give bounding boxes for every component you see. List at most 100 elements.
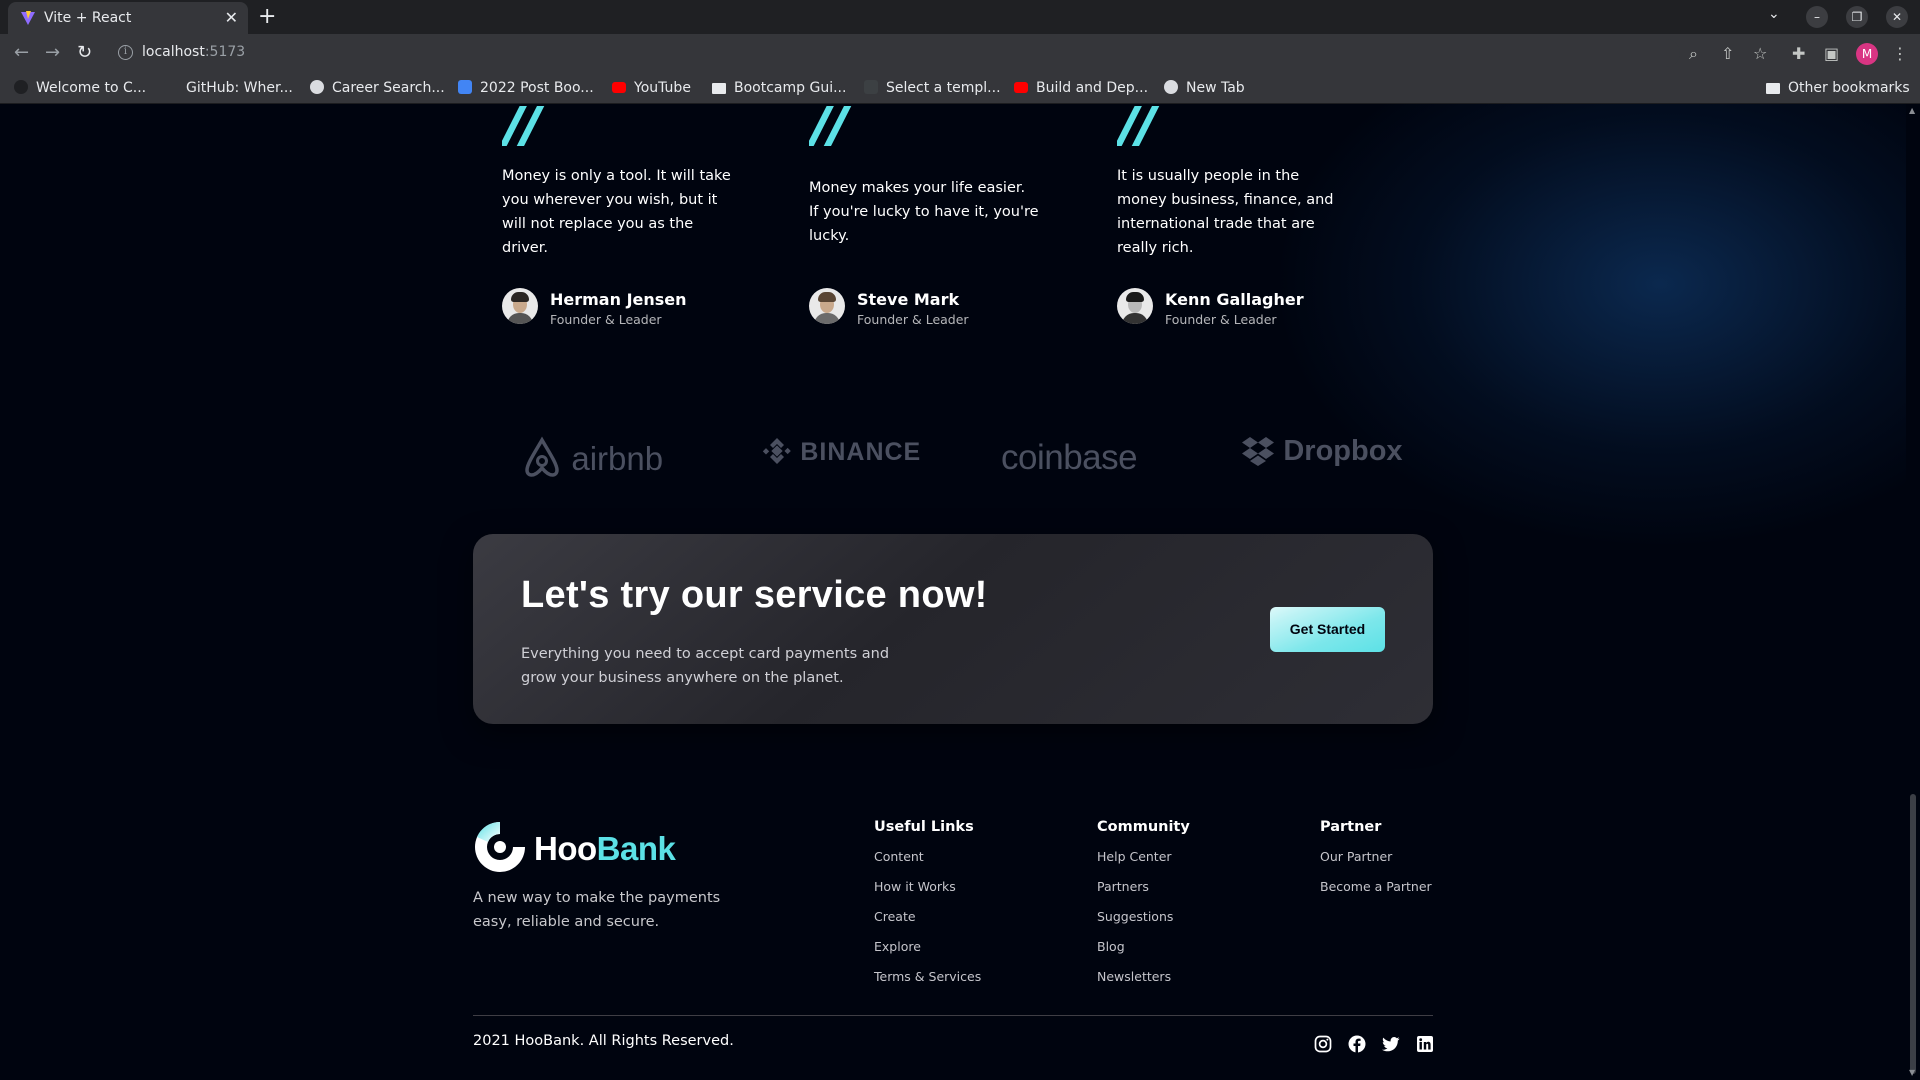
- zoom-icon[interactable]: ⌕: [1689, 44, 1698, 64]
- globe-icon: [1164, 80, 1178, 94]
- quote-icon: //: [502, 106, 543, 146]
- footer-link[interactable]: Blog: [1097, 939, 1317, 969]
- get-started-button[interactable]: Get Started: [1270, 607, 1385, 652]
- folder-icon: [1766, 83, 1780, 94]
- other-bookmarks[interactable]: Other bookmarks: [1766, 80, 1910, 96]
- side-panel-icon[interactable]: ▣: [1824, 44, 1839, 63]
- reload-icon[interactable]: ↻: [77, 42, 92, 63]
- new-tab-icon[interactable]: +: [258, 4, 276, 29]
- bookmark-item[interactable]: 2022 Post Boo...: [458, 80, 594, 96]
- instagram-icon[interactable]: [1314, 1035, 1332, 1053]
- url-text: localhost:5173: [142, 44, 246, 60]
- testimonial-card: // Money is only a tool. It will take yo…: [502, 104, 732, 327]
- testimonial-author: Herman Jensen Founder & Leader: [502, 288, 742, 328]
- bookmarks-bar: Welcome to C... GitHub: Wher... Career S…: [0, 72, 1920, 104]
- scroll-thumb[interactable]: [1910, 794, 1916, 1074]
- tab-search-icon[interactable]: ⌄: [1768, 6, 1780, 22]
- footer-column-title: Community: [1097, 819, 1190, 835]
- back-icon[interactable]: ←: [14, 42, 29, 63]
- extensions-icon[interactable]: ✚: [1792, 44, 1805, 63]
- cta-title: Let's try our service now!: [521, 574, 988, 616]
- footer-link[interactable]: Create: [874, 909, 1094, 939]
- binance-icon: [762, 438, 791, 464]
- client-logo-coinbase: coinbase: [1001, 438, 1138, 477]
- vite-logo-icon: [21, 11, 35, 25]
- footer-link[interactable]: Our Partner: [1320, 849, 1540, 879]
- airbnb-icon: [525, 436, 559, 477]
- author-name: Herman Jensen: [550, 290, 687, 309]
- globe-icon: [14, 80, 28, 94]
- footer-column-useful-links: Useful Links Content How it Works Create…: [874, 819, 1094, 999]
- tab-title: Vite + React: [44, 10, 132, 26]
- testimonial-card: // Money makes your life easier. If you'…: [809, 104, 1039, 327]
- share-icon[interactable]: ⇧: [1721, 44, 1734, 63]
- browser-tab[interactable]: Vite + React ✕: [8, 2, 248, 34]
- minimize-icon[interactable]: –: [1806, 6, 1828, 28]
- bookmark-item[interactable]: Bootcamp Gui...: [712, 80, 846, 96]
- cta-text: Everything you need to accept card payme…: [521, 646, 890, 686]
- twitter-icon[interactable]: [1382, 1035, 1400, 1053]
- restore-icon[interactable]: ❐: [1846, 6, 1868, 28]
- testimonial-text: It is usually people in the money busine…: [1117, 168, 1334, 256]
- footer-link[interactable]: Explore: [874, 939, 1094, 969]
- facebook-icon[interactable]: [1348, 1035, 1366, 1053]
- bookmark-item[interactable]: YouTube: [612, 80, 691, 96]
- author-title: Founder & Leader: [550, 312, 662, 327]
- profile-avatar[interactable]: M: [1856, 43, 1878, 65]
- linkedin-icon[interactable]: [1416, 1035, 1434, 1053]
- footer-link[interactable]: Suggestions: [1097, 909, 1317, 939]
- footer-link[interactable]: Partners: [1097, 879, 1317, 909]
- docs-icon: [458, 80, 472, 94]
- brand-tagline: A new way to make the payments easy, rel…: [473, 890, 721, 930]
- tab-strip: Vite + React ✕ + ⌄ – ❐ ✕: [0, 0, 1920, 34]
- hoobank-logo-icon: [475, 821, 525, 872]
- menu-icon[interactable]: ⋮: [1892, 44, 1908, 63]
- footer-column-community: Community Help Center Partners Suggestio…: [1097, 819, 1317, 999]
- bookmark-item[interactable]: New Tab: [1164, 80, 1245, 96]
- testimonial-author: Kenn Gallagher Founder & Leader: [1117, 288, 1357, 328]
- author-title: Founder & Leader: [857, 312, 969, 327]
- quote-icon: //: [809, 106, 850, 146]
- globe-icon: [310, 80, 324, 94]
- footer-column-partner: Partner Our Partner Become a Partner: [1320, 819, 1540, 909]
- brand-name: HooBank: [534, 830, 676, 867]
- author-name: Steve Mark: [857, 290, 960, 309]
- browser-toolbar: ← → ↻ i localhost:5173 ⌕ ⇧ ☆ ✚ ▣ M ⋮: [0, 34, 1920, 72]
- forward-icon[interactable]: →: [45, 42, 60, 63]
- page-icon: [864, 80, 878, 94]
- footer-column-title: Useful Links: [874, 819, 974, 835]
- address-bar[interactable]: i localhost:5173: [110, 39, 1680, 67]
- bookmark-star-icon[interactable]: ☆: [1753, 44, 1767, 63]
- youtube-icon: [612, 82, 626, 93]
- bookmark-item[interactable]: Welcome to C...: [14, 80, 146, 96]
- footer-link[interactable]: Newsletters: [1097, 969, 1317, 999]
- footer-column-title: Partner: [1320, 819, 1382, 835]
- avatar: [809, 288, 845, 324]
- site-info-icon[interactable]: i: [118, 45, 133, 60]
- dropbox-icon: [1242, 437, 1274, 466]
- footer-link[interactable]: Terms & Services: [874, 969, 1094, 999]
- footer-link[interactable]: How it Works: [874, 879, 1094, 909]
- bookmark-item[interactable]: Select a templ...: [864, 80, 1001, 96]
- bookmark-item[interactable]: Career Search...: [310, 80, 445, 96]
- footer-link[interactable]: Help Center: [1097, 849, 1317, 879]
- footer-divider: [473, 1015, 1433, 1016]
- author-name: Kenn Gallagher: [1165, 290, 1304, 309]
- bookmark-item[interactable]: GitHub: Wher...: [164, 80, 293, 96]
- avatar: [502, 288, 538, 324]
- page-scrollbar[interactable]: ▲ ▼: [1906, 104, 1920, 1080]
- page-viewport: // Money is only a tool. It will take yo…: [0, 104, 1906, 1080]
- close-tab-icon[interactable]: ✕: [225, 8, 238, 27]
- client-logo-dropbox: Dropbox: [1241, 434, 1403, 480]
- bookmark-item[interactable]: Build and Dep...: [1014, 80, 1148, 96]
- testimonial-text: Money makes your life easier. If you're …: [809, 180, 1039, 244]
- close-window-icon[interactable]: ✕: [1886, 6, 1908, 28]
- footer-link[interactable]: Content: [874, 849, 1094, 879]
- copyright-text: 2021 HooBank. All Rights Reserved.: [473, 1033, 734, 1049]
- scroll-down-icon[interactable]: ▼: [1909, 1068, 1915, 1077]
- cta-section: Let's try our service now! Everything yo…: [473, 534, 1433, 724]
- footer-link[interactable]: Become a Partner: [1320, 879, 1540, 909]
- testimonial-author: Steve Mark Founder & Leader: [809, 288, 1049, 328]
- avatar: [1117, 288, 1153, 324]
- scroll-up-icon[interactable]: ▲: [1909, 106, 1915, 115]
